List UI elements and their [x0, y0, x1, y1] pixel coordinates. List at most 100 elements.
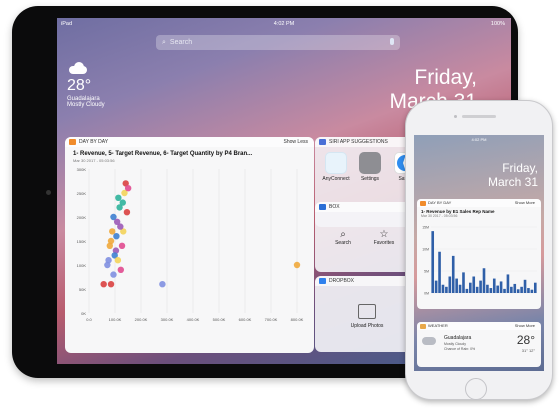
scatter-point[interactable]	[114, 257, 122, 264]
x-tick-label: 200.0K	[135, 317, 148, 322]
search-bar[interactable]: ⌕ Search	[156, 35, 400, 50]
status-time: 4:02 PM	[273, 21, 295, 27]
scatter-point[interactable]	[117, 223, 124, 230]
siri-icon	[319, 139, 326, 145]
star-icon: ☆	[379, 229, 389, 240]
weather-summary: 28° Guadalajara Mostly Cloudy	[67, 62, 105, 108]
bar[interactable]	[479, 280, 482, 293]
iphone-camera	[454, 115, 457, 118]
gear-icon	[359, 152, 381, 174]
bar[interactable]	[462, 272, 465, 293]
date-day: Friday,	[414, 66, 477, 89]
scatter-point[interactable]	[100, 281, 107, 288]
show-less-button[interactable]: Show Less	[284, 137, 308, 147]
iphone-chart-subtitle: Mar 30 2017 - 05:03:56	[421, 214, 458, 218]
scatter-point[interactable]	[159, 281, 166, 288]
y-tick-label: 0M	[424, 292, 429, 296]
weather-temperature: 28°	[67, 77, 92, 94]
weather-icon	[420, 323, 426, 329]
cloud-icon	[67, 62, 89, 74]
iphone-date-date: March 31	[487, 175, 538, 189]
show-more-button[interactable]: Show More	[515, 199, 535, 207]
x-tick-label: 700.0K	[265, 317, 278, 322]
day-by-day-widget: DAY BY DAY Show Less 1- Revenue, 5- Targ…	[65, 137, 314, 353]
scatter-point[interactable]	[124, 185, 132, 192]
show-more-button[interactable]: Show More	[515, 322, 535, 330]
upload-photos-label: Upload Photos	[350, 323, 384, 329]
bar[interactable]	[530, 289, 534, 293]
scatter-point[interactable]	[106, 242, 113, 249]
bar[interactable]	[499, 281, 503, 293]
x-tick-label: 300.0K	[161, 317, 174, 322]
bar[interactable]	[533, 282, 537, 293]
bar[interactable]	[434, 280, 438, 293]
chart-title: 1- Revenue, 5- Target Revenue, 6- Target…	[73, 151, 253, 157]
bar[interactable]	[513, 283, 517, 293]
scatter-point[interactable]	[293, 261, 301, 269]
bar[interactable]	[451, 255, 455, 293]
iphone-date-display: Friday, March 31	[488, 161, 538, 189]
iphone-day-by-day-widget: DAY BY DAY Show More 1- Revenue by E1 Sa…	[417, 199, 541, 309]
bar[interactable]	[469, 282, 472, 293]
bar[interactable]	[527, 288, 530, 293]
iphone-status-time: 4:02 PM	[471, 137, 487, 142]
app-label: Settings	[360, 176, 380, 182]
battery-label: 100%	[490, 21, 505, 27]
y-tick-label: 10M	[422, 248, 429, 252]
search-placeholder: Search	[169, 39, 193, 46]
bar-chart[interactable]: 15M 10M 5M 0M	[417, 223, 541, 307]
scatter-point[interactable]	[119, 199, 126, 206]
iphone-speaker	[462, 115, 496, 118]
scatter-chart[interactable]: 300K 250K 200K 150K 100K 50K 0K0.0 100.0K 200.0K…	[65, 163, 314, 353]
widget-header: DAY BY DAY Show Less	[65, 137, 314, 147]
app-anyconnect[interactable]: AnyConnect	[321, 152, 351, 182]
bar[interactable]	[510, 286, 513, 293]
weather-condition: Mostly Cloudy	[67, 102, 105, 108]
bar[interactable]	[448, 276, 452, 294]
microphone-icon[interactable]	[390, 38, 394, 45]
box-search-button[interactable]: ⌕ Search	[329, 229, 357, 246]
upload-photos-button[interactable]: Upload Photos	[337, 304, 397, 329]
bar[interactable]	[503, 288, 506, 293]
scatter-point[interactable]	[107, 281, 115, 288]
iphone-weather-widget: WEATHER Show More Guadalajara Mostly Clo…	[417, 322, 541, 367]
bar[interactable]	[489, 288, 493, 293]
scatter-point[interactable]	[123, 209, 131, 216]
y-tick-label: 0K	[81, 311, 86, 316]
bar[interactable]	[458, 284, 462, 293]
bar[interactable]	[520, 286, 523, 293]
box-item-label: Search	[335, 240, 351, 246]
y-tick-label: 200K	[77, 215, 87, 220]
box-favorites-button[interactable]: ☆ Favorites	[367, 229, 401, 246]
bar[interactable]	[472, 276, 476, 294]
scatter-point[interactable]	[115, 194, 122, 201]
bar[interactable]	[455, 278, 458, 293]
dropbox-icon	[319, 278, 326, 284]
bar[interactable]	[475, 286, 479, 293]
iphone-device: 4:02 PM Friday, March 31 DAY BY DAY Show…	[405, 100, 553, 400]
bar[interactable]	[482, 268, 486, 293]
scatter-point[interactable]	[110, 271, 117, 278]
scatter-point[interactable]	[117, 266, 125, 273]
scatter-point[interactable]	[113, 233, 120, 240]
scatter-point[interactable]	[104, 261, 111, 269]
bar[interactable]	[445, 286, 448, 293]
bar[interactable]	[486, 284, 489, 293]
bar[interactable]	[441, 284, 445, 293]
scatter-point[interactable]	[118, 242, 126, 249]
home-button[interactable]	[465, 378, 487, 400]
y-tick-label: 300K	[77, 167, 87, 172]
ipad-status-bar: iPad 4:02 PM 100%	[57, 18, 511, 29]
box-item-label: Favorites	[373, 240, 395, 246]
bar[interactable]	[506, 274, 510, 293]
bar[interactable]	[492, 278, 496, 293]
bar[interactable]	[465, 288, 469, 293]
bar[interactable]	[438, 251, 441, 293]
app-settings[interactable]: Settings	[355, 152, 385, 182]
bar[interactable]	[431, 231, 435, 293]
bar[interactable]	[516, 289, 520, 293]
bar[interactable]	[496, 285, 499, 293]
box-icon	[319, 204, 326, 210]
day-by-day-icon	[69, 139, 76, 145]
bar[interactable]	[523, 279, 527, 293]
